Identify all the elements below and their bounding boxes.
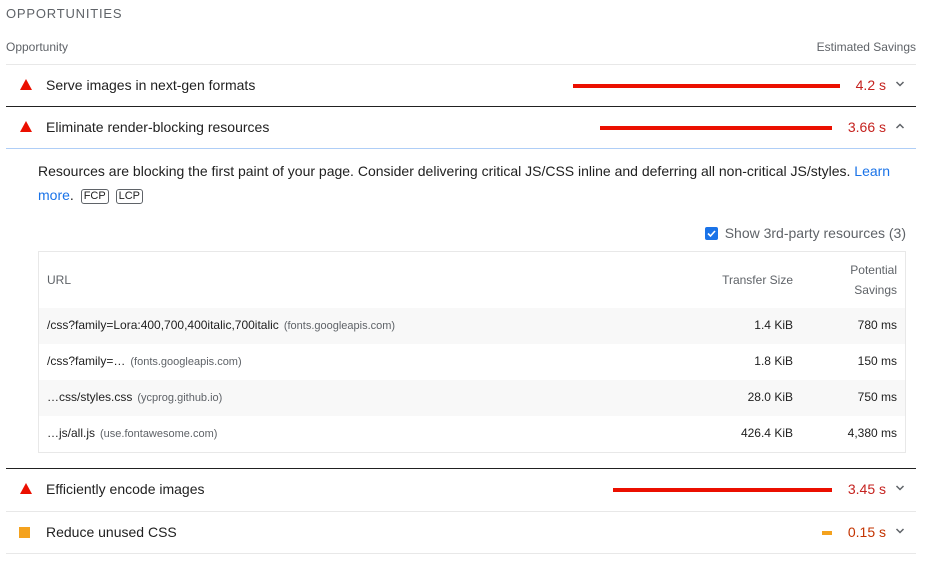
transfer-size-header: Transfer Size [722,273,793,287]
transfer-size: 1.4 KiB [754,318,793,332]
expanded-divider [6,148,916,149]
chevron-down-icon[interactable] [894,482,906,494]
table-row: /css?family=Lora:400,700,400italic,700it… [39,308,905,344]
url-header: URL [47,273,72,287]
audit-title: Eliminate render-blocking resources [46,119,270,135]
savings-bar [613,488,832,492]
resource-host: (ycprog.github.io) [137,392,223,404]
audit-title: Serve images in next-gen formats [46,77,256,93]
resource-host: (fonts.googleapis.com) [283,320,396,332]
audit-title: Reduce unused CSS [46,524,177,540]
resource-url[interactable]: …js/all.js [47,426,95,440]
table-row: /css?family=… (fonts.googleapis.com) 1.8 … [39,344,905,380]
savings-value: 3.45 s [847,481,886,497]
audit-efficiently-encode-images[interactable]: Efficiently encode images 3.45 s [6,469,916,511]
potential-savings: 4,380 ms [847,426,897,440]
opportunity-column-header: Opportunity [6,40,69,54]
chevron-down-icon[interactable] [894,78,906,90]
savings-value: 0.15 s [847,524,886,540]
potential-savings: 780 ms [857,318,897,332]
resource-host: (use.fontawesome.com) [100,428,218,440]
list-end-divider [6,553,916,554]
table-header: URL Transfer Size Potential Savings [39,252,905,308]
orange-square-icon [19,527,30,538]
resource-url[interactable]: …css/styles.css [47,390,132,404]
transfer-size: 1.8 KiB [754,354,793,368]
third-party-toggle[interactable]: Show 3rd-party resources (3) [704,225,906,241]
audit-description: Resources are blocking the first paint o… [38,159,908,207]
section-title: OPPORTUNITIES [6,6,123,21]
audit-reduce-unused-css[interactable]: Reduce unused CSS 0.15 s [6,511,916,553]
chevron-up-icon[interactable] [894,120,906,132]
learn-more-tail: . [69,187,74,203]
metric-tag-fcp: FCP [80,189,109,204]
chevron-down-icon[interactable] [894,525,906,537]
column-headers: Opportunity Estimated Savings [6,40,916,56]
audit-eliminate-render-blocking[interactable]: Eliminate render-blocking resources 3.66… [6,106,916,148]
potential-savings: 150 ms [857,354,897,368]
transfer-size: 426.4 KiB [740,426,793,440]
resource-host: (fonts.googleapis.com) [130,356,242,368]
third-party-label: Show 3rd-party resources (3) [724,225,906,241]
audit-serve-images-next-gen[interactable]: Serve images in next-gen formats 4.2 s [6,64,916,106]
table-row: …css/styles.css (ycprog.github.io) 28.0 K… [39,380,905,416]
savings-value: 3.66 s [847,119,886,135]
transfer-size: 28.0 KiB [747,390,793,404]
resource-url[interactable]: /css?family=Lora:400,700,400italic,700it… [47,318,279,332]
potential-savings-header-1: Potential [850,263,897,277]
savings-bar [600,126,832,130]
table-row: …js/all.js (use.fontawesome.com) 426.4 Ki… [39,416,905,452]
checkbox-checked-icon[interactable] [704,226,718,240]
audit-title: Efficiently encode images [46,481,205,497]
red-triangle-icon [20,121,32,132]
potential-savings-header-2: Savings [854,283,897,297]
savings-bar [822,531,832,535]
savings-bar [573,84,840,88]
potential-savings: 750 ms [857,390,897,404]
resource-url[interactable]: /css?family=… [47,354,125,368]
red-triangle-icon [20,79,32,90]
savings-column-header: Estimated Savings [816,40,916,54]
description-text: Resources are blocking the first paint o… [38,163,851,179]
red-triangle-icon [20,483,32,494]
resources-table: URL Transfer Size Potential Savings /css… [38,251,906,453]
savings-value: 4.2 s [855,77,886,93]
metric-tag-lcp: LCP [115,189,143,204]
